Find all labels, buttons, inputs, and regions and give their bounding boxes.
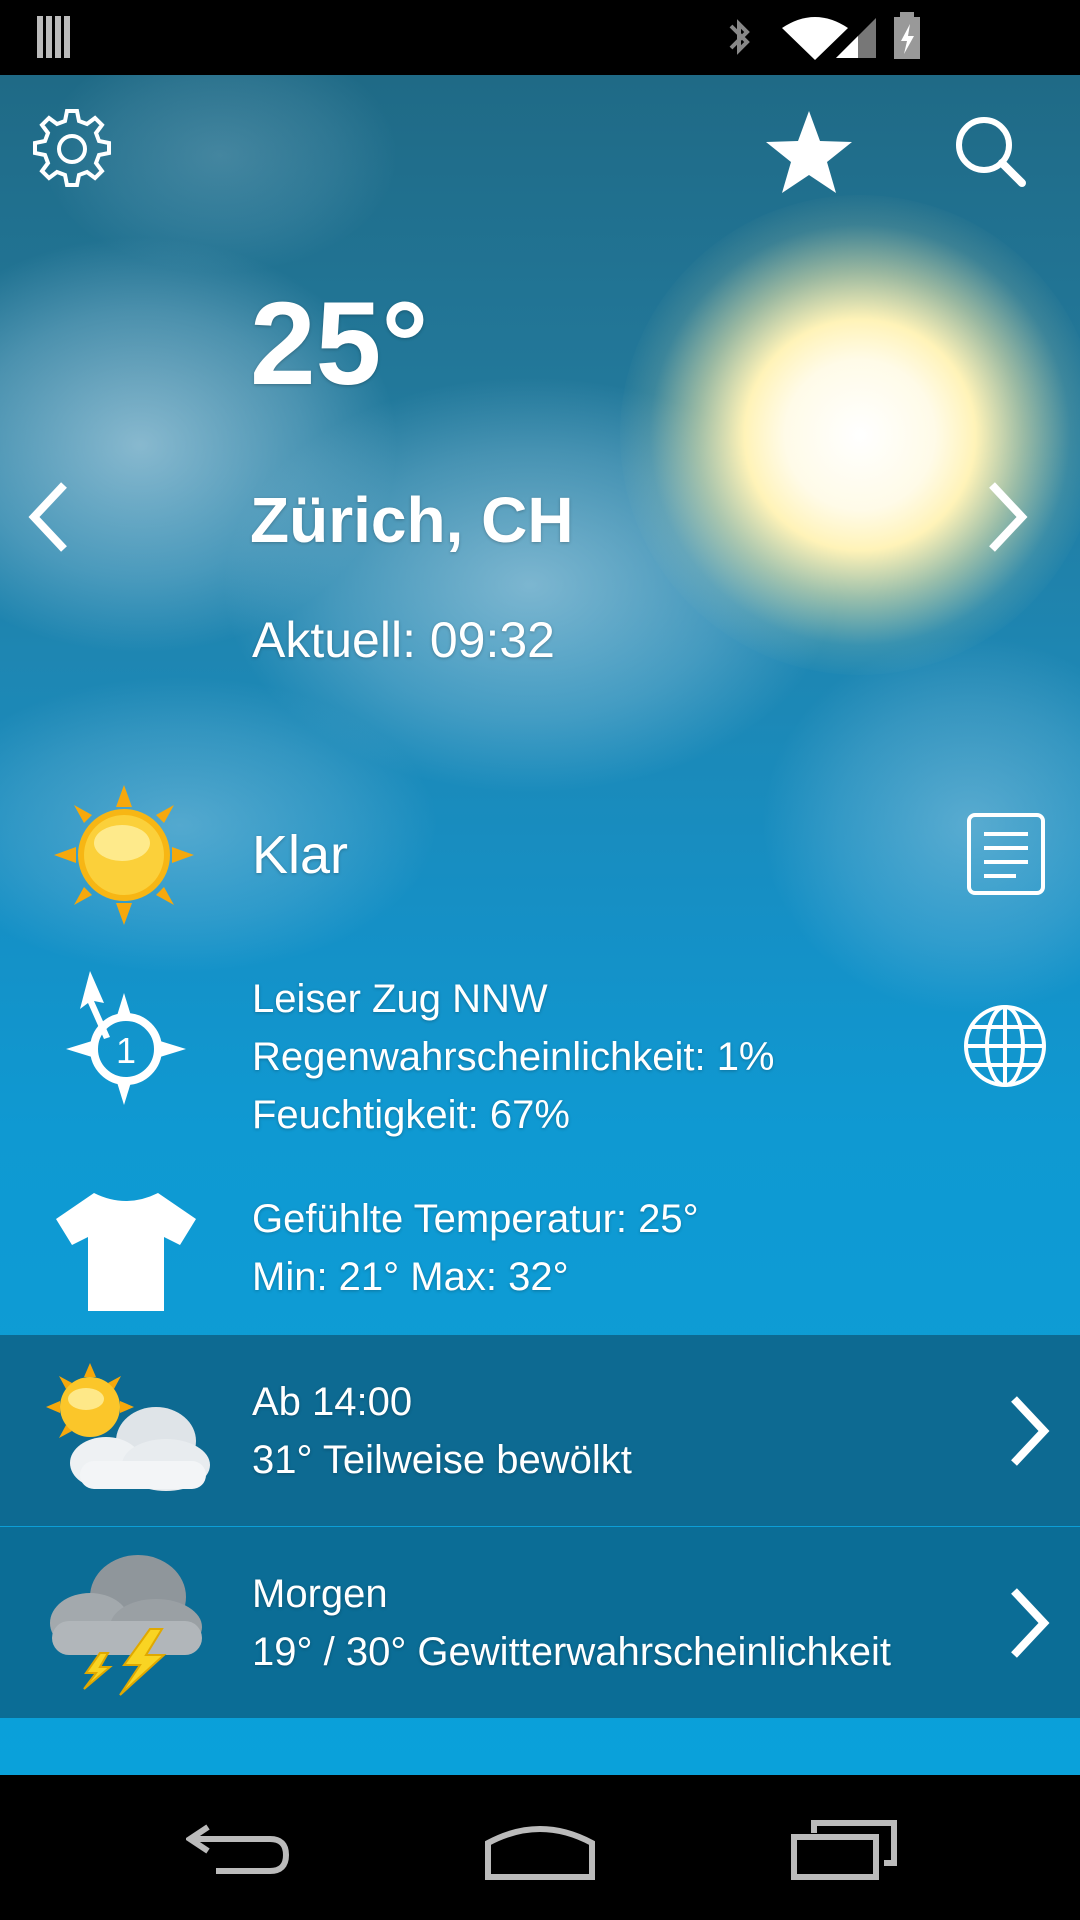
humidity-text: Feuchtigkeit: 67% [252, 1093, 570, 1137]
recent-apps-icon[interactable] [790, 1819, 900, 1881]
details-icon[interactable] [966, 812, 1046, 896]
location-name[interactable]: Zürich, CH [250, 485, 574, 556]
bluetooth-icon [729, 19, 750, 55]
min-max-text: Min: 21° Max: 32° [252, 1255, 569, 1299]
rain-probability-text: Regenwahrscheinlichkeit: 1% [252, 1035, 775, 1079]
wind-speed-badge: 1 [116, 1030, 136, 1071]
notification-bars-icon [37, 16, 70, 58]
forecast-summary: 31° Teilweise bewölkt [252, 1438, 632, 1482]
thunderstorm-icon [50, 1555, 202, 1696]
previous-location-button[interactable] [26, 481, 70, 553]
wind-details: Leiser Zug NNW Regenwahrscheinlichkeit: … [252, 970, 775, 1144]
current-temperature: 25° [250, 278, 429, 410]
forecast-time: Morgen [252, 1572, 388, 1616]
globe-icon[interactable] [962, 1003, 1048, 1089]
forecast-row-tomorrow[interactable]: Morgen 19° / 30° Gewitterwahrscheinlichk… [0, 1527, 1080, 1718]
forecast-time: Ab 14:00 [252, 1380, 413, 1424]
forecast-summary: 19° / 30° Gewitterwahrscheinlichkeit [252, 1630, 891, 1674]
signal-icon [836, 18, 876, 58]
gear-icon[interactable] [28, 105, 116, 193]
sun-icon [54, 785, 194, 925]
weather-screen: 25° Zürich, CH Aktuell: 09:32 Klar 1 Lei… [0, 75, 1080, 1775]
feels-like-details: Gefühlte Temperatur: 25° Min: 21° Max: 3… [252, 1190, 699, 1306]
last-updated: Aktuell: 09:32 [252, 612, 555, 668]
search-icon[interactable] [950, 111, 1030, 191]
forecast-tomorrow-text: Morgen 19° / 30° Gewitterwahrscheinlichk… [252, 1565, 891, 1681]
battery-charging-icon [894, 12, 920, 59]
navigation-bar [0, 1775, 1080, 1920]
status-bar [0, 0, 1080, 75]
forecast-later-text: Ab 14:00 31° Teilweise bewölkt [252, 1373, 632, 1489]
wind-compass-icon: 1 [66, 971, 186, 1105]
next-location-button[interactable] [986, 481, 1030, 553]
star-icon[interactable] [764, 107, 854, 197]
tshirt-icon [56, 1193, 196, 1311]
chevron-right-icon[interactable] [1008, 1395, 1050, 1467]
feels-like-text: Gefühlte Temperatur: 25° [252, 1197, 699, 1241]
back-icon[interactable] [186, 1821, 292, 1877]
sun-background [620, 195, 1080, 675]
wind-direction-text: Leiser Zug NNW [252, 977, 548, 1021]
forecast-row-later[interactable]: Ab 14:00 31° Teilweise bewölkt [0, 1335, 1080, 1526]
home-icon[interactable] [484, 1821, 596, 1881]
chevron-right-icon[interactable] [1008, 1587, 1050, 1659]
condition-text: Klar [252, 825, 349, 885]
partly-cloudy-icon [46, 1363, 210, 1491]
